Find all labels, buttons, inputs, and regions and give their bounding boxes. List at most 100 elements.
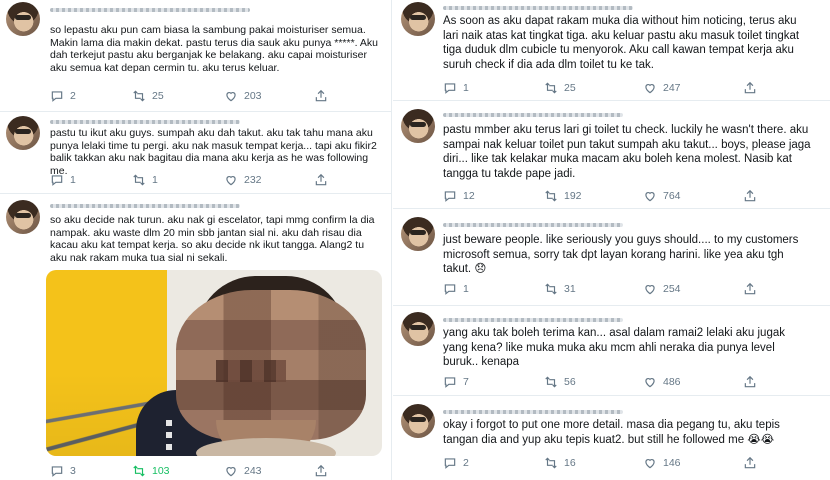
like-button[interactable]: 232 [224, 173, 262, 187]
username-redacted [443, 223, 623, 227]
like-button[interactable]: 486 [643, 375, 681, 389]
reply-count: 1 [463, 82, 469, 94]
reply-icon [50, 464, 64, 478]
retweet-button[interactable]: 31 [544, 282, 576, 296]
reply-button[interactable]: 3 [50, 464, 76, 478]
tweet-text: so lepastu aku pun cam biasa la sambung … [50, 24, 379, 74]
share-icon [743, 282, 757, 296]
reply-button[interactable]: 2 [443, 456, 469, 470]
avatar[interactable] [401, 404, 435, 438]
like-count: 254 [663, 283, 681, 295]
username-redacted [50, 120, 240, 124]
reply-button[interactable]: 7 [443, 375, 469, 389]
avatar[interactable] [6, 200, 40, 234]
retweet-button[interactable]: 25 [544, 81, 576, 95]
like-button[interactable]: 146 [643, 456, 681, 470]
tweet[interactable]: As soon as aku dapat rakam muka dia with… [393, 0, 830, 101]
reply-count: 2 [70, 90, 76, 102]
tweet-text: As soon as aku dapat rakam muka dia with… [443, 15, 800, 71]
tweet-photo[interactable] [46, 270, 382, 456]
retweet-count: 16 [564, 457, 576, 469]
tweet[interactable]: just beware people. like seriously you g… [393, 209, 830, 306]
reply-count: 1 [463, 283, 469, 295]
avatar[interactable] [401, 217, 435, 251]
retweet-icon [132, 464, 146, 478]
like-count: 247 [663, 82, 681, 94]
share-button[interactable] [314, 173, 334, 187]
tweet-actions: 12 192 764 [443, 189, 813, 203]
heart-icon [643, 282, 657, 296]
reply-icon [50, 89, 64, 103]
reply-button[interactable]: 12 [443, 189, 475, 203]
retweet-button[interactable]: 25 [132, 89, 164, 103]
reply-button[interactable]: 1 [50, 173, 76, 187]
tweet[interactable]: so lepastu aku pun cam biasa la sambung … [0, 0, 391, 112]
retweet-icon [544, 456, 558, 470]
retweet-count: 25 [564, 82, 576, 94]
tweet-actions: 1 25 247 [443, 81, 813, 95]
username-redacted [50, 204, 240, 208]
retweet-icon [132, 173, 146, 187]
retweet-button[interactable]: 16 [544, 456, 576, 470]
share-button[interactable] [743, 456, 763, 470]
like-button[interactable]: 764 [643, 189, 681, 203]
heart-icon [224, 89, 238, 103]
reply-button[interactable]: 2 [50, 89, 76, 103]
avatar[interactable] [6, 116, 40, 150]
left-tweet-column: so lepastu aku pun cam biasa la sambung … [0, 0, 392, 480]
avatar[interactable] [401, 2, 435, 36]
share-icon [314, 464, 328, 478]
avatar[interactable] [6, 2, 40, 36]
retweet-icon [544, 375, 558, 389]
reply-button[interactable]: 1 [443, 282, 469, 296]
heart-icon [643, 81, 657, 95]
reply-count: 3 [70, 465, 76, 477]
share-icon [314, 173, 328, 187]
retweet-count: 25 [152, 90, 164, 102]
retweet-button[interactable]: 192 [544, 189, 582, 203]
retweet-icon [132, 89, 146, 103]
retweet-count: 56 [564, 376, 576, 388]
like-count: 203 [244, 90, 262, 102]
tweet-actions: 1 1 232 [50, 173, 380, 187]
reply-button[interactable]: 1 [443, 81, 469, 95]
tweet-actions: 3 103 243 [50, 464, 380, 478]
tweet-text: okay i forgot to put one more detail. ma… [443, 419, 780, 446]
tweet-actions: 2 25 203 [50, 89, 380, 103]
like-count: 243 [244, 465, 262, 477]
tweet-text: yang aku tak boleh terima kan... asal da… [443, 327, 785, 368]
avatar[interactable] [401, 312, 435, 346]
username-redacted [443, 318, 623, 322]
tweet-text: just beware people. like seriously you g… [443, 234, 799, 275]
share-button[interactable] [743, 375, 763, 389]
share-button[interactable] [314, 89, 334, 103]
tweet[interactable]: pastu tu ikut aku guys. sumpah aku dah t… [0, 112, 391, 194]
like-button[interactable]: 254 [643, 282, 681, 296]
retweet-icon [544, 189, 558, 203]
retweet-count: 31 [564, 283, 576, 295]
share-button[interactable] [743, 282, 763, 296]
retweet-button[interactable]: 103 [132, 464, 170, 478]
retweet-button[interactable]: 1 [132, 173, 158, 187]
reply-icon [443, 375, 457, 389]
share-button[interactable] [743, 81, 763, 95]
tweet[interactable]: yang aku tak boleh terima kan... asal da… [393, 306, 830, 396]
tweet[interactable]: pastu mmber aku terus lari gi toilet tu … [393, 101, 830, 209]
heart-icon [643, 375, 657, 389]
tweet-actions: 7 56 486 [443, 375, 813, 389]
like-button[interactable]: 203 [224, 89, 262, 103]
retweet-count: 103 [152, 465, 170, 477]
like-button[interactable]: 243 [224, 464, 262, 478]
retweet-button[interactable]: 56 [544, 375, 576, 389]
tweet[interactable]: okay i forgot to put one more detail. ma… [393, 396, 830, 480]
like-button[interactable]: 247 [643, 81, 681, 95]
share-button[interactable] [314, 464, 334, 478]
reply-count: 1 [70, 174, 76, 186]
share-button[interactable] [743, 189, 763, 203]
share-icon [743, 375, 757, 389]
username-redacted [443, 6, 633, 10]
retweet-count: 192 [564, 190, 582, 202]
tweet-actions: 1 31 254 [443, 282, 813, 296]
avatar[interactable] [401, 109, 435, 143]
reply-icon [443, 189, 457, 203]
